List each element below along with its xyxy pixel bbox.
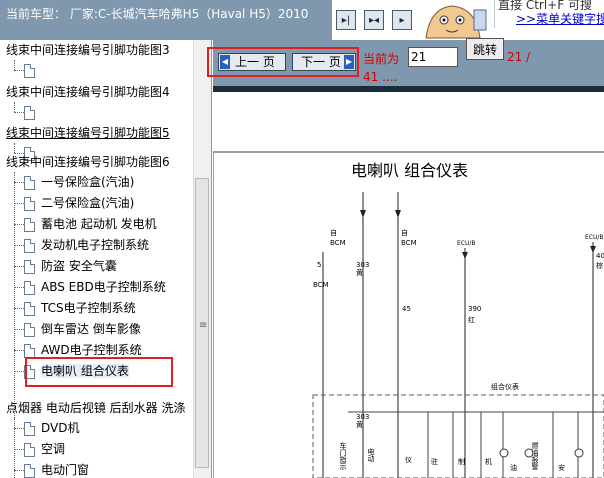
wire-label: 5 [317, 261, 321, 269]
wire-label: 390 [468, 305, 481, 313]
tree-item-windows[interactable]: 电动门窗 [24, 460, 89, 478]
document-icon [24, 105, 35, 120]
document-icon [24, 322, 35, 337]
tree-label: 电动门窗 [41, 463, 90, 477]
wire-label: 电动 [367, 447, 375, 463]
wiring-diagram: 电喇叭 组合仪表 自 BCM 303 黄 303 黄 自 BCM 45 5 BC… [213, 92, 604, 478]
tree-item-fusebox1[interactable]: 一号保险盒(汽油) [24, 172, 134, 192]
wire-label: 自 [330, 228, 337, 237]
pager-highlight [207, 47, 359, 77]
wire-label: 303 [356, 261, 369, 269]
tree-doc-pin3[interactable] [24, 60, 41, 80]
tree-doc-pin4[interactable] [24, 102, 41, 122]
tree-label: 防盗 安全气囊 [41, 259, 117, 273]
document-icon [24, 238, 35, 253]
tree-label: 线束中间连接编号引脚功能图3 [6, 43, 170, 57]
document-icon [24, 463, 35, 478]
wire-label: 安 [558, 463, 565, 472]
document-icon [24, 196, 35, 211]
tree-folder-pin5[interactable]: 线束中间连接编号引脚功能图5 [6, 123, 170, 143]
document-icon [24, 421, 35, 436]
document-icon [24, 259, 35, 274]
top-header: 当前车型： 厂家:C-长城汽车哈弗H5（Haval H5）2010 ▸| ▸◂ … [0, 0, 604, 40]
page-number-input[interactable] [408, 47, 458, 67]
wire-label: 制 [458, 457, 465, 466]
tree-item-abs[interactable]: ABS EBD电子控制系统 [24, 277, 166, 297]
tree-label: 发动机电子控制系统 [41, 238, 150, 252]
tree-label: 二号保险盒(汽油) [41, 196, 135, 210]
wire-label: 303 [356, 413, 369, 421]
diagram-title: 电喇叭 组合仪表 [351, 161, 468, 180]
tree-label: 线束中间连接编号引脚功能图4 [6, 85, 170, 99]
wire-label: 驻 [431, 457, 438, 466]
tree-label: 点烟器 电动后视镜 后刮水器 洗涤 [6, 401, 186, 415]
wire-label: 黄 [356, 420, 363, 429]
page-total-b: 41 .... [363, 70, 398, 84]
tree-label: 空调 [41, 442, 66, 456]
tree-label: TCS电子控制系统 [41, 301, 136, 315]
tree-item-fusebox2[interactable]: 二号保险盒(汽油) [24, 193, 134, 213]
tree-folder-pin4[interactable]: 线束中间连接编号引脚功能图4 [6, 82, 170, 102]
current-vehicle: 当前车型： 厂家:C-长城汽车哈弗H5（Haval H5）2010 [0, 0, 332, 40]
wire-label: 棕 [596, 261, 603, 270]
wire-label: 机 [485, 457, 492, 466]
document-icon [24, 63, 35, 78]
jump-button[interactable]: 跳转 [466, 38, 504, 60]
grip-icon: ≡ [199, 320, 208, 331]
wire-label: ECU/B [585, 234, 604, 241]
wire-label: 车门指示 [339, 441, 347, 470]
document-icon [24, 442, 35, 457]
tree-item-battery[interactable]: 蓄电池 起动机 发电机 [24, 214, 157, 234]
document-icon [24, 343, 35, 358]
cluster-label: 组合仪表 [491, 382, 519, 391]
current-page-label: 当前为 [363, 52, 400, 66]
tree-label: 倒车雷达 倒车影像 [41, 322, 141, 336]
collapse-icon[interactable]: ▸ [392, 10, 412, 30]
wire-label: ECU/B [457, 240, 476, 247]
tree-label: AWD电子控制系统 [41, 343, 142, 357]
expand-icon[interactable]: ▸◂ [364, 10, 384, 30]
wiring-diagram-svg: 电喇叭 组合仪表 自 BCM 303 黄 303 黄 自 BCM 45 5 BC… [213, 151, 604, 478]
wire-label: BCM [401, 239, 417, 247]
document-icon [24, 217, 35, 232]
menu-search-link[interactable]: >>菜单关键字搜 [516, 10, 604, 27]
document-icon [24, 301, 35, 316]
wire-label: 红 [468, 315, 475, 324]
tree-item-reverse[interactable]: 倒车雷达 倒车影像 [24, 319, 141, 339]
wire-label: 仪 [405, 456, 412, 464]
tree-label: 蓄电池 起动机 发电机 [41, 217, 157, 231]
tree-item-engine[interactable]: 发动机电子控制系统 [24, 235, 149, 255]
wire-label: 45 [402, 305, 411, 313]
wire-label: 40 [596, 252, 604, 260]
tree-item-ac[interactable]: 空调 [24, 439, 65, 459]
wire-label: BCM [330, 239, 346, 247]
sidebar-tree[interactable]: 线束中间连接编号引脚功能图3 线束中间连接编号引脚功能图4 线束中间连接编号引脚… [0, 40, 212, 478]
tree-label: 线束中间连接编号引脚功能图6 [6, 155, 170, 169]
tree-folder-pin3[interactable]: 线束中间连接编号引脚功能图3 [6, 40, 170, 60]
tree-label: ABS EBD电子控制系统 [41, 280, 166, 294]
wire-label: 自 [401, 228, 408, 237]
wire-label: BCM [313, 281, 329, 289]
tree-label: DVD机 [41, 421, 80, 435]
document-icon [24, 280, 35, 295]
tree-item-tcs[interactable]: TCS电子控制系统 [24, 298, 136, 318]
wire-label: 油 [510, 463, 517, 472]
selection-highlight [25, 357, 173, 387]
step-forward-icon[interactable]: ▸| [336, 10, 356, 30]
tree-folder-pin6[interactable]: 线束中间连接编号引脚功能图6 [6, 152, 170, 172]
tree-label: 线束中间连接编号引脚功能图5 [6, 126, 170, 140]
wire-label: 燃油报警 [531, 441, 539, 471]
tree-label: 一号保险盒(汽油) [41, 175, 135, 189]
wire-label: 黄 [356, 268, 363, 277]
tree-item-antitheft[interactable]: 防盗 安全气囊 [24, 256, 117, 276]
tree-folder-lighter[interactable]: 点烟器 电动后视镜 后刮水器 洗涤 [6, 398, 185, 418]
mascot-icon [418, 0, 488, 40]
document-icon [24, 175, 35, 190]
tree-item-dvd[interactable]: DVD机 [24, 418, 79, 438]
page-total-a: 21 / [507, 50, 531, 64]
